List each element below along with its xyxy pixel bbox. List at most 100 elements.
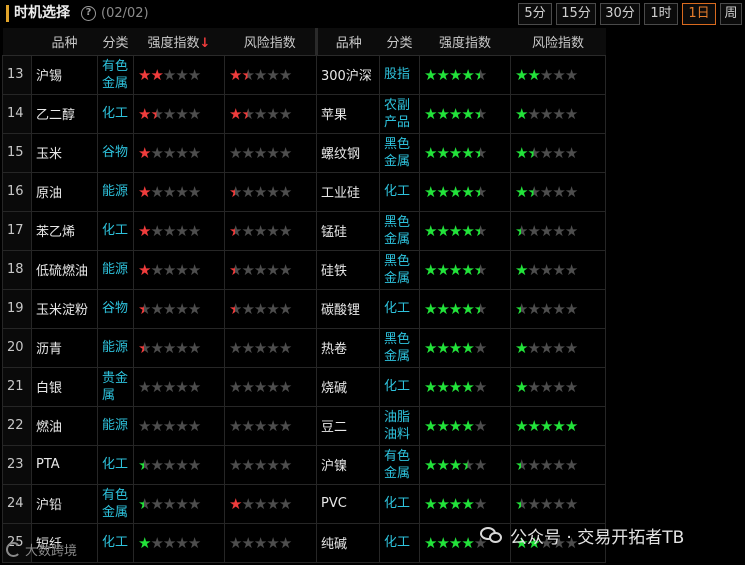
table-row[interactable]: 19 玉米淀粉 谷物 ★★★★★ ★★★★★ 碳酸锂 化工 ★★★★★ ★★★★★ [2,288,606,329]
risk-star-icon: ★ [552,182,565,201]
commodity-name-left[interactable]: 燃油 [31,405,98,446]
help-icon[interactable]: ? [81,6,96,21]
category-line: 产品 [384,114,411,130]
table-row[interactable]: 16 原油 能源 ★★★★★ ★★★★★ 工业硅 化工 ★★★★★ ★★★★★ [2,171,606,212]
period-button-4[interactable]: 1日 [682,3,716,25]
title-accent-bar [6,5,9,22]
risk-star-icon: ★ [539,260,553,279]
commodity-name-left[interactable]: 苯乙烯 [31,210,98,251]
risk-index-left: ★★★★★ [224,366,317,407]
risk-star-icon: ★ [266,494,279,513]
risk-star-icon: ★ [278,221,292,240]
commodity-name-right[interactable]: 纯碱 [316,522,380,563]
table-row[interactable]: 22 燃油 能源 ★★★★★ ★★★★★ 豆二 油脂 油料 ★★★★★ ★★★★★ [2,405,606,446]
row-index: 20 [2,327,32,368]
risk-star-icon: ★ [229,533,242,552]
table-row[interactable]: 13 沪锡 有色 金属 ★★★★★ ★★★★★ 300沪深 股指 ★★★★★ ★★★★★ [2,54,606,95]
risk-star-icon: ★ [539,338,553,357]
commodity-name-right[interactable]: 豆二 [316,405,380,446]
header-risk-right[interactable]: 风险指数 [510,28,606,56]
commodity-name-left[interactable]: 玉米淀粉 [31,288,98,329]
table-row[interactable]: 20 沥青 能源 ★★★★★ ★★★★★ 热卷 黑色 金属 ★★★★★ ★★★★★ [2,327,606,368]
header-strength-right[interactable]: 强度指数 [419,28,511,56]
table-row[interactable]: 24 沪铅 有色 金属 ★★★★★ ★★★★★ PVC 化工 ★★★★★ ★★★★★ [2,483,606,524]
strength-star-icon: ★ [424,143,437,162]
header-name-left[interactable]: 品种 [31,28,98,56]
commodity-name-right[interactable]: 工业硅 [316,171,380,212]
risk-star-icon: ★ [552,221,565,240]
period-selector: 5分 15分 30分 1时 1日周 [518,3,742,25]
commodity-name-right[interactable]: 苹果 [316,93,380,134]
commodity-name-right[interactable]: 烧碱 [316,366,380,407]
risk-star-icon: ★ [278,143,292,162]
commodity-name-left[interactable]: PTA [31,444,98,485]
strength-star-icon: ★ [150,260,163,279]
risk-star-icon: ★ [564,494,578,513]
commodity-name-left[interactable]: 沥青 [31,327,98,368]
row-index: 13 [2,54,32,95]
category-line: 化工 [384,496,411,511]
commodity-name-right[interactable]: 硅铁 [316,249,380,290]
category-right: 黑色 金属 [379,249,420,290]
header-strength-left[interactable]: 强度指数↓ [133,28,225,56]
table-row[interactable]: 23 PTA 化工 ★★★★★ ★★★★★ 沪镍 有色 金属 ★★★★★ ★★★★★ [2,444,606,485]
table-row[interactable]: 18 低硫燃油 能源 ★★★★★ ★★★★★ 硅铁 黑色 金属 ★★★★★ ★★★★★ [2,249,606,290]
commodity-name-left[interactable]: 原油 [31,171,98,212]
commodity-name-right[interactable]: 沪镍 [316,444,380,485]
risk-star-icon: ★ [564,338,578,357]
strength-index-left: ★★★★★ [133,54,225,95]
risk-star-icon: ★ [515,221,528,240]
strength-star-icon: ★ [461,104,474,123]
commodity-name-left[interactable]: 乙二醇 [31,93,98,134]
table-row[interactable]: 21 白银 贵金属 ★★★★★ ★★★★★ 烧碱 化工 ★★★★★ ★★★★★ [2,366,606,407]
header-name-right[interactable]: 品种 [315,28,380,56]
risk-star-icon: ★ [539,143,553,162]
sort-desc-arrow-icon: ↓ [199,35,211,51]
commodity-name-right[interactable]: 碳酸锂 [316,288,380,329]
strength-index-right: ★★★★★ [419,444,511,485]
category-right: 黑色 金属 [379,210,420,251]
commodity-name-left[interactable]: 沪铅 [31,483,98,524]
table-row[interactable]: 17 苯乙烯 化工 ★★★★★ ★★★★★ 锰硅 黑色 金属 ★★★★★ ★★★★★ [2,210,606,251]
commodity-name-left[interactable]: 玉米 [31,132,98,173]
strength-index-right: ★★★★★ [419,327,511,368]
strength-star-icon: ★ [461,260,474,279]
header-category-right[interactable]: 分类 [379,28,420,56]
header-risk-left[interactable]: 风险指数 [224,28,317,56]
risk-star-icon: ★ [564,65,578,84]
page-counter: (02/02) [101,6,149,21]
strength-star-icon: ★ [175,260,188,279]
commodity-name-left[interactable]: 低硫燃油 [31,249,98,290]
commodity-name-right[interactable]: PVC [316,483,380,524]
commodity-name-right[interactable]: 热卷 [316,327,380,368]
risk-star-icon: ★ [552,143,565,162]
commodity-name-right[interactable]: 螺纹钢 [316,132,380,173]
commodity-name-left[interactable]: 沪锡 [31,54,98,95]
period-button-0[interactable]: 5分 [518,3,552,25]
risk-star-icon: ★ [564,455,578,474]
period-button-5[interactable]: 周 [720,3,742,25]
period-button-3[interactable]: 1时 [644,3,678,25]
strength-star-icon: ★ [175,104,188,123]
risk-index-left: ★★★★★ [224,327,317,368]
strength-star-icon: ★ [138,338,151,357]
category-line: 金属 [384,270,411,286]
risk-star-icon: ★ [527,143,540,162]
category-left: 谷物 [97,132,134,173]
strength-star-icon: ★ [424,533,437,552]
commodity-name-left[interactable]: 白银 [31,366,98,407]
page-title: 时机选择 [14,5,70,21]
risk-star-icon: ★ [278,299,292,318]
period-button-2[interactable]: 30分 [600,3,640,25]
period-button-1[interactable]: 15分 [556,3,596,25]
table-row[interactable]: 14 乙二醇 化工 ★★★★★ ★★★★★ 苹果 农副 产品 ★★★★★ ★★★★★ [2,93,606,134]
commodity-name-right[interactable]: 300沪深 [316,54,380,95]
table-row[interactable]: 15 玉米 谷物 ★★★★★ ★★★★★ 螺纹钢 黑色 金属 ★★★★★ ★★★★★ [2,132,606,173]
header-category-left[interactable]: 分类 [97,28,134,56]
category-right: 化工 [379,288,420,329]
row-index: 24 [2,483,32,524]
strength-star-icon: ★ [150,65,163,84]
commodity-name-right[interactable]: 锰硅 [316,210,380,251]
category-line: 农副 [384,97,411,113]
risk-index-right: ★★★★★ [510,132,606,173]
